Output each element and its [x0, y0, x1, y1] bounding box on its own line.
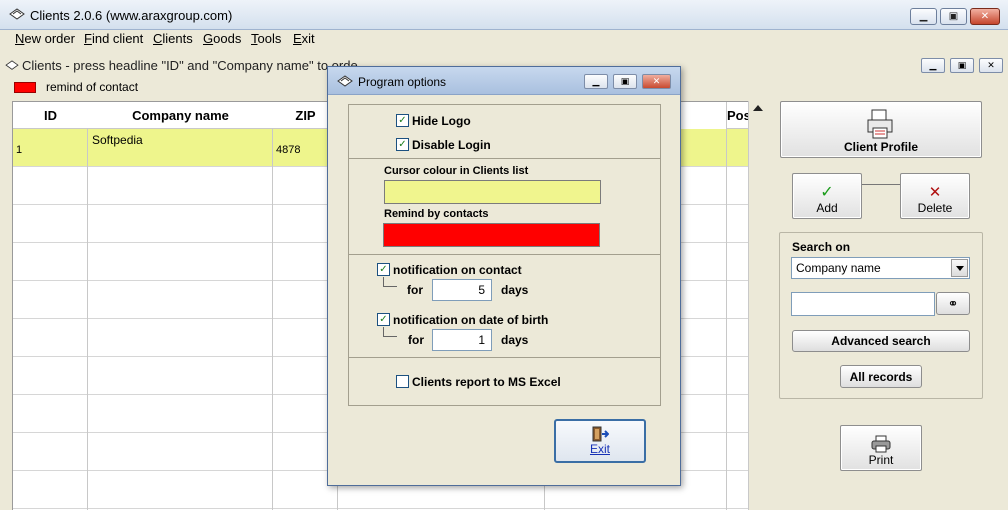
menu-goods[interactable]: Goods: [203, 31, 241, 46]
child-minimize-button[interactable]: ▁: [921, 58, 945, 73]
exit-button[interactable]: Exit: [554, 419, 646, 463]
connector-line: [862, 184, 900, 185]
maximize-icon: ▣: [957, 60, 967, 70]
menu-clients[interactable]: Clients: [153, 31, 193, 46]
print-label: Print: [868, 453, 894, 467]
notification-birth-label: notification on date of birth: [393, 313, 549, 327]
minimize-icon: ▁: [592, 76, 600, 86]
binoculars-icon: ⚭: [947, 295, 959, 311]
menu-exit[interactable]: Exit: [293, 31, 315, 46]
scroll-up-icon[interactable]: [753, 105, 763, 111]
search-on-label: Search on: [792, 240, 851, 254]
child-window-title: Clients - press headline "ID" and "Compa…: [22, 58, 358, 73]
header-id[interactable]: ID: [13, 102, 88, 129]
for-label: for: [407, 283, 423, 297]
cell-id: 1: [16, 144, 23, 156]
notification-panel: ✓ notification on contact for 5 days ✓ n…: [348, 254, 661, 358]
menu-new-order[interactable]: New order: [15, 31, 75, 46]
notification-contact-label: notification on contact: [393, 263, 522, 277]
days-label: days: [501, 283, 529, 297]
search-field-select[interactable]: Company name: [791, 257, 970, 279]
dialog-title: Program options: [358, 75, 447, 89]
close-icon: ✕: [652, 76, 661, 86]
chevron-down-icon[interactable]: [951, 259, 968, 277]
maximize-icon: ▣: [948, 11, 959, 22]
colour-options-panel: Cursor colour in Clients list Remind by …: [348, 158, 661, 255]
cell-zip: 4878: [276, 144, 301, 156]
days-label: days: [501, 333, 529, 347]
all-records-button[interactable]: All records: [840, 365, 922, 388]
exit-door-icon: [592, 426, 609, 442]
dialog-maximize-button[interactable]: ▣: [613, 74, 637, 89]
minimize-icon: ▁: [929, 60, 937, 70]
close-icon: ✕: [987, 60, 995, 70]
dialog-close-button[interactable]: ✕: [642, 74, 671, 89]
delete-x-icon: ✕: [928, 184, 942, 201]
client-profile-button[interactable]: Client Profile: [780, 101, 982, 158]
title-bar: Clients 2.0.6 (www.araxgroup.com) ▁ ▣ ✕: [0, 0, 1008, 30]
remind-colour-swatch[interactable]: [383, 223, 600, 247]
column-pos: [727, 102, 748, 510]
disable-login-label: Disable Login: [412, 138, 491, 152]
remind-color-swatch: [14, 82, 36, 93]
hide-logo-label: Hide Logo: [412, 114, 471, 128]
maximize-button[interactable]: ▣: [940, 8, 967, 25]
window-title: Clients 2.0.6 (www.araxgroup.com): [30, 8, 233, 23]
tree-connector: [383, 277, 397, 287]
menu-bar: New order Find client Clients Goods Tool…: [0, 30, 1008, 48]
menu-find-client[interactable]: Find client: [84, 31, 143, 46]
minimize-button[interactable]: ▁: [910, 8, 937, 25]
table-scrollbar[interactable]: [748, 101, 766, 510]
dialog-title-bar: Program options ▁ ▣ ✕: [328, 67, 680, 95]
header-pos[interactable]: Pos: [727, 102, 748, 129]
menu-tools[interactable]: Tools: [251, 31, 281, 46]
search-input[interactable]: [791, 292, 935, 316]
disable-login-checkbox[interactable]: ✓: [396, 138, 409, 151]
remind-colour-label: Remind by contacts: [384, 208, 489, 220]
close-icon: ✕: [980, 11, 990, 22]
search-field-value: Company name: [796, 261, 881, 275]
dialog-app-icon: [337, 75, 353, 87]
app-icon: [9, 8, 25, 20]
column-id: [13, 102, 88, 510]
for-label: for: [408, 333, 424, 347]
notification-contact-checkbox[interactable]: ✓: [377, 263, 390, 276]
cursor-colour-label: Cursor colour in Clients list: [384, 165, 529, 177]
delete-label: Delete: [917, 201, 953, 215]
birth-days-input[interactable]: 1: [432, 329, 492, 351]
child-close-button[interactable]: ✕: [979, 58, 1003, 73]
report-panel: Clients report to MS Excel: [348, 357, 661, 406]
column-company: [88, 102, 273, 510]
minimize-icon: ▁: [919, 11, 928, 22]
print-button[interactable]: Print: [840, 425, 922, 471]
hide-logo-checkbox[interactable]: ✓: [396, 114, 409, 127]
delete-button[interactable]: ✕ Delete: [900, 173, 970, 219]
tree-connector: [383, 327, 397, 337]
excel-report-checkbox[interactable]: [396, 375, 409, 388]
program-options-dialog: Program options ▁ ▣ ✕ ✓ Hide Logo ✓ Disa…: [327, 66, 681, 486]
notification-birth-checkbox[interactable]: ✓: [377, 313, 390, 326]
close-button[interactable]: ✕: [970, 8, 1000, 25]
add-label: Add: [816, 201, 838, 215]
find-button[interactable]: ⚭: [936, 292, 970, 315]
cell-company: Softpedia: [92, 133, 143, 147]
printer-icon: [871, 435, 891, 453]
maximize-icon: ▣: [620, 76, 630, 86]
exit-label: Exit: [589, 442, 610, 456]
client-profile-label: Client Profile: [843, 140, 918, 154]
cursor-colour-swatch[interactable]: [384, 180, 601, 204]
header-company[interactable]: Company name: [88, 102, 273, 129]
advanced-search-button[interactable]: Advanced search: [792, 330, 970, 352]
contact-days-input[interactable]: 5: [432, 279, 492, 301]
excel-report-label: Clients report to MS Excel: [412, 375, 561, 389]
client-profile-icon: [867, 109, 893, 139]
login-options-panel: ✓ Hide Logo ✓ Disable Login: [348, 104, 661, 159]
child-maximize-button[interactable]: ▣: [950, 58, 974, 73]
legend-label: remind of contact: [46, 80, 139, 94]
child-window-icon: [5, 60, 19, 70]
checkmark-icon: ✓: [820, 184, 834, 201]
add-button[interactable]: ✓ Add: [792, 173, 862, 219]
dialog-minimize-button[interactable]: ▁: [584, 74, 608, 89]
